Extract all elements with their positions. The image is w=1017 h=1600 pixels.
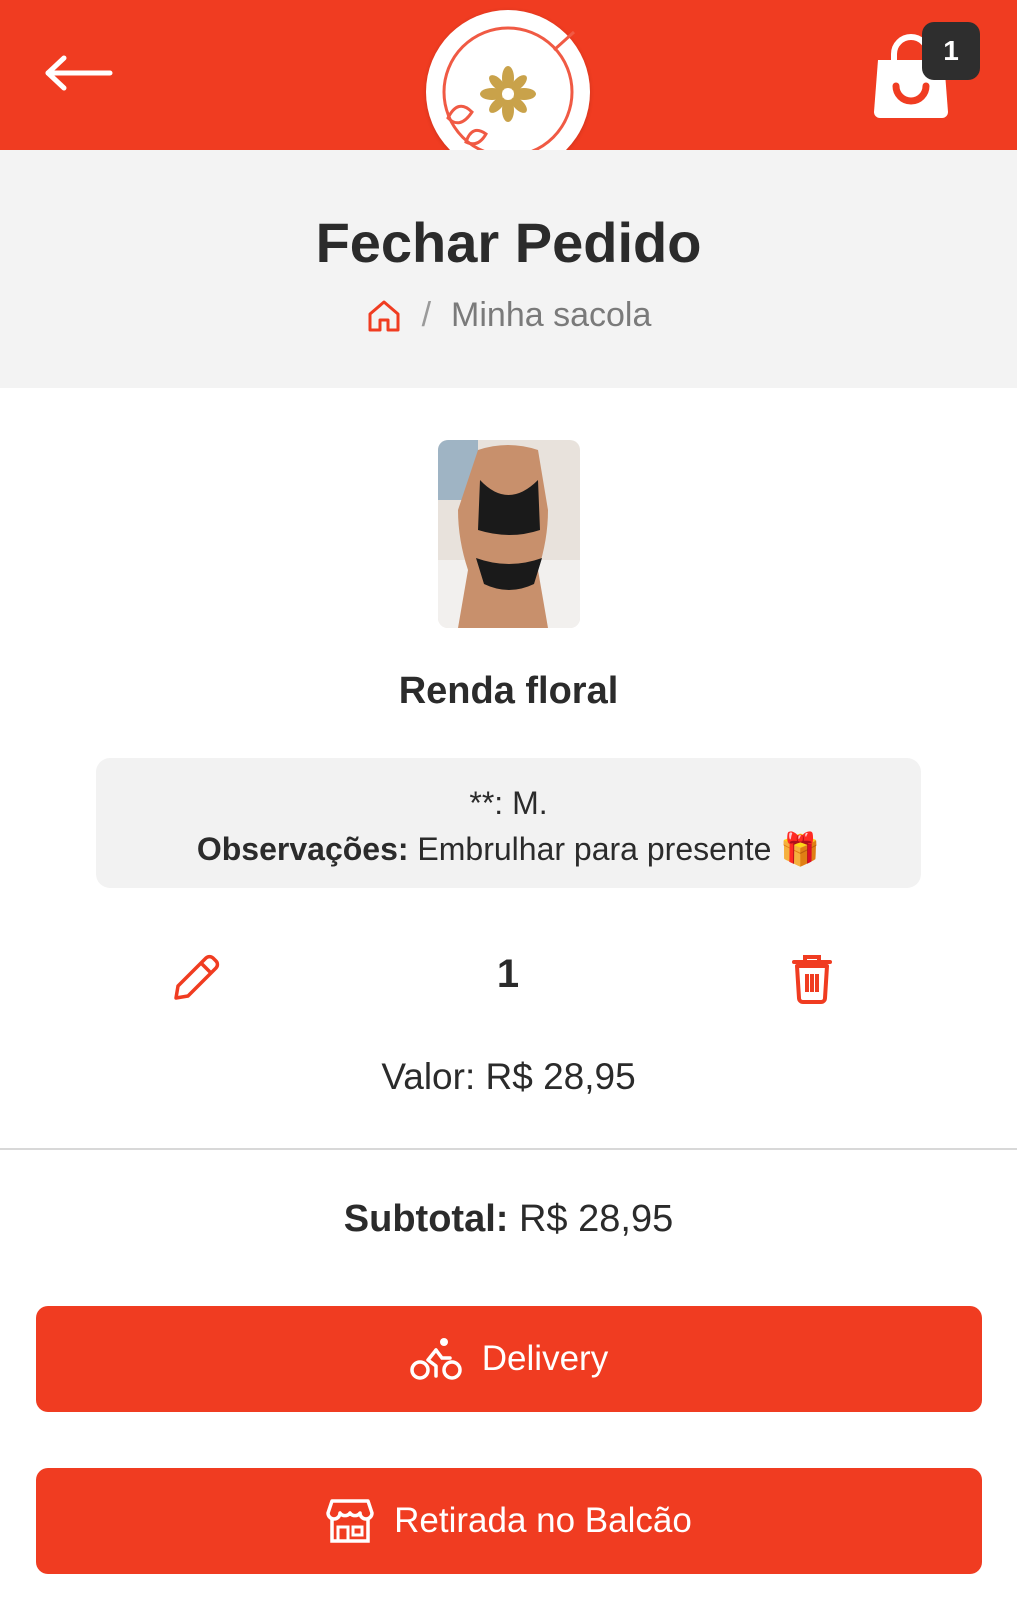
subtotal-value: R$ 28,95 xyxy=(508,1198,674,1240)
product-name: Renda floral xyxy=(398,670,619,712)
item-notes: Observações: Embrulhar para presente 🎁 xyxy=(96,826,921,872)
item-quantity: 1 xyxy=(496,952,520,996)
item-details: **: M. Observações: Embrulhar para prese… xyxy=(96,758,921,888)
trash-icon xyxy=(792,955,832,1004)
store-icon xyxy=(326,1499,374,1543)
breadcrumb: / Minha sacola xyxy=(0,296,1017,335)
cart-count-badge: 1 xyxy=(922,22,980,80)
edit-item-button[interactable] xyxy=(168,950,224,1006)
breadcrumb-separator: / xyxy=(421,296,432,334)
item-price: Valor: R$ 28,95 xyxy=(381,1056,636,1097)
notes-value: Embrulhar para presente 🎁 xyxy=(408,831,821,867)
delivery-label: Delivery xyxy=(481,1339,609,1378)
back-button[interactable] xyxy=(40,50,116,96)
breadcrumb-current: Minha sacola xyxy=(451,296,652,334)
divider xyxy=(0,1148,1017,1150)
product-image xyxy=(438,440,580,628)
item-option: **: M. xyxy=(469,785,548,821)
pickup-label: Retirada no Balcão xyxy=(394,1501,692,1540)
home-icon[interactable] xyxy=(366,298,402,334)
notes-label: Observações: xyxy=(196,831,409,867)
pencil-icon xyxy=(174,954,220,1000)
delete-item-button[interactable] xyxy=(788,950,836,1004)
bike-icon xyxy=(410,1338,462,1380)
subtotal-label: Subtotal: xyxy=(343,1198,509,1240)
page-title: Fechar Pedido xyxy=(315,211,702,274)
pickup-button[interactable]: Retirada no Balcão xyxy=(36,1468,982,1574)
delivery-button[interactable]: Delivery xyxy=(36,1306,982,1412)
arrow-left-icon xyxy=(45,55,113,91)
subtotal: Subtotal: R$ 28,95 xyxy=(0,1198,1017,1241)
